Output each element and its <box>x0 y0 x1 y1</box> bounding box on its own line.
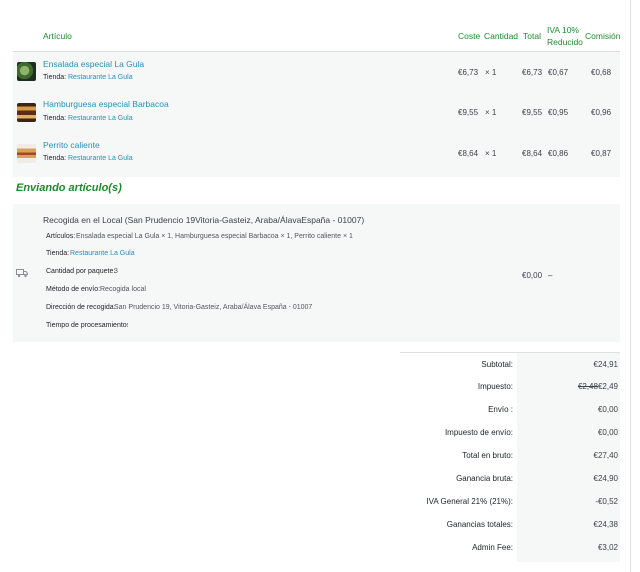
item-commission: €0,68 <box>591 68 612 77</box>
header-iva-line2: Reducido <box>547 37 583 47</box>
item-name-link[interactable]: Hamburguesa especial Barbacoa <box>43 99 169 109</box>
item-total: €8,64 <box>522 149 543 158</box>
item-commission: €0,96 <box>591 108 612 117</box>
total-earnings-value: €24,38 <box>593 520 618 529</box>
item-qty: × 1 <box>485 149 497 158</box>
gross-total-value: €27,40 <box>593 451 618 460</box>
item-name-link[interactable]: Ensalada especial La Gula <box>43 59 144 69</box>
vat-general-label: IVA General 21% (21%): <box>426 497 513 506</box>
store-label: Tienda: <box>43 155 67 162</box>
subtotal-value: €24,91 <box>593 360 618 369</box>
vat-general-value: -€0,52 <box>595 497 618 506</box>
tax-new-value: €2,49 <box>597 382 618 391</box>
subtotal-label: Subtotal: <box>481 360 513 369</box>
store-link[interactable]: Restaurante La Gula <box>68 74 133 81</box>
header-qty: Cantidad <box>484 31 519 41</box>
header-item: Artículo <box>43 31 72 41</box>
processing-time-label: Tiempo de procesamiento: <box>46 322 129 329</box>
store-link[interactable]: Restaurante La Gula <box>68 155 133 162</box>
shipping-total: €0,00 <box>522 271 543 280</box>
item-cost: €9,55 <box>458 108 479 117</box>
shipping-tax-label: Impuesto de envío: <box>444 428 513 437</box>
item-name-link[interactable]: Perrito caliente <box>43 140 100 150</box>
header-commission: Comisión <box>585 31 621 41</box>
item-qty: × 1 <box>485 68 497 77</box>
store-link[interactable]: Restaurante La Gula <box>70 250 135 257</box>
package-qty-value: 3 <box>114 268 118 275</box>
item-total: €6,73 <box>522 68 543 77</box>
shipping-value: €0,00 <box>597 405 618 414</box>
tax-old-value: €2,48 <box>577 382 598 391</box>
hotdog-thumbnail <box>17 144 36 163</box>
shipping-label: Envío : <box>488 405 513 414</box>
gross-earnings-value: €24,90 <box>593 474 618 483</box>
store-label: Tienda: <box>43 74 67 81</box>
total-earnings-label: Ganancias totales: <box>446 520 513 529</box>
item-iva: €0,95 <box>548 108 569 117</box>
package-qty-label: Cantidad por paquete: <box>46 268 116 275</box>
shipping-heading: Enviando artículo(s) <box>16 182 122 194</box>
shipping-method-label: Método de envío: <box>46 286 101 293</box>
admin-fee-label: Admin Fee: <box>472 543 513 552</box>
salad-thumbnail <box>17 62 36 81</box>
gross-total-label: Total en bruto: <box>462 451 513 460</box>
item-commission: €0,87 <box>591 149 612 158</box>
store-link[interactable]: Restaurante La Gula <box>68 115 133 122</box>
pickup-address-label: Dirección de recogida: <box>46 304 116 311</box>
items-label: Artículos: <box>46 233 76 240</box>
shipping-method-title: Recogida en el Local (San Prudencio 19Vi… <box>43 215 365 225</box>
store-label: Tienda: <box>43 115 67 122</box>
tax-label: Impuesto: <box>477 382 513 391</box>
tax-value: €2,48€2,49 <box>578 382 618 391</box>
burger-thumbnail <box>17 103 36 122</box>
item-total: €9,55 <box>522 108 543 117</box>
items-value: Ensalada especial La Gula × 1, Hamburgue… <box>76 233 353 240</box>
shipping-tax: – <box>548 271 553 280</box>
truck-icon <box>16 268 28 278</box>
pickup-address-value: San Prudencio 19, Vitoria-Gasteiz, Araba… <box>114 304 313 311</box>
totals-divider <box>400 352 620 353</box>
item-iva: €0,67 <box>548 68 569 77</box>
admin-fee-value: €3,02 <box>597 543 618 552</box>
gross-earnings-label: Ganancia bruta: <box>456 474 513 483</box>
item-cost: €6,73 <box>458 68 479 77</box>
item-qty: × 1 <box>485 108 497 117</box>
header-total: Total <box>523 31 541 41</box>
header-cost: Coste <box>458 31 481 41</box>
shipping-method-value: Recogida local <box>100 286 146 293</box>
store-label: Tienda: <box>46 250 70 257</box>
item-iva: €0,86 <box>548 149 569 158</box>
header-iva-line1: IVA 10% <box>547 25 579 35</box>
processing-time-value: - <box>126 322 129 329</box>
shipping-tax-value: €0,00 <box>597 428 618 437</box>
item-cost: €8,64 <box>458 149 479 158</box>
panel-edge <box>630 0 631 572</box>
